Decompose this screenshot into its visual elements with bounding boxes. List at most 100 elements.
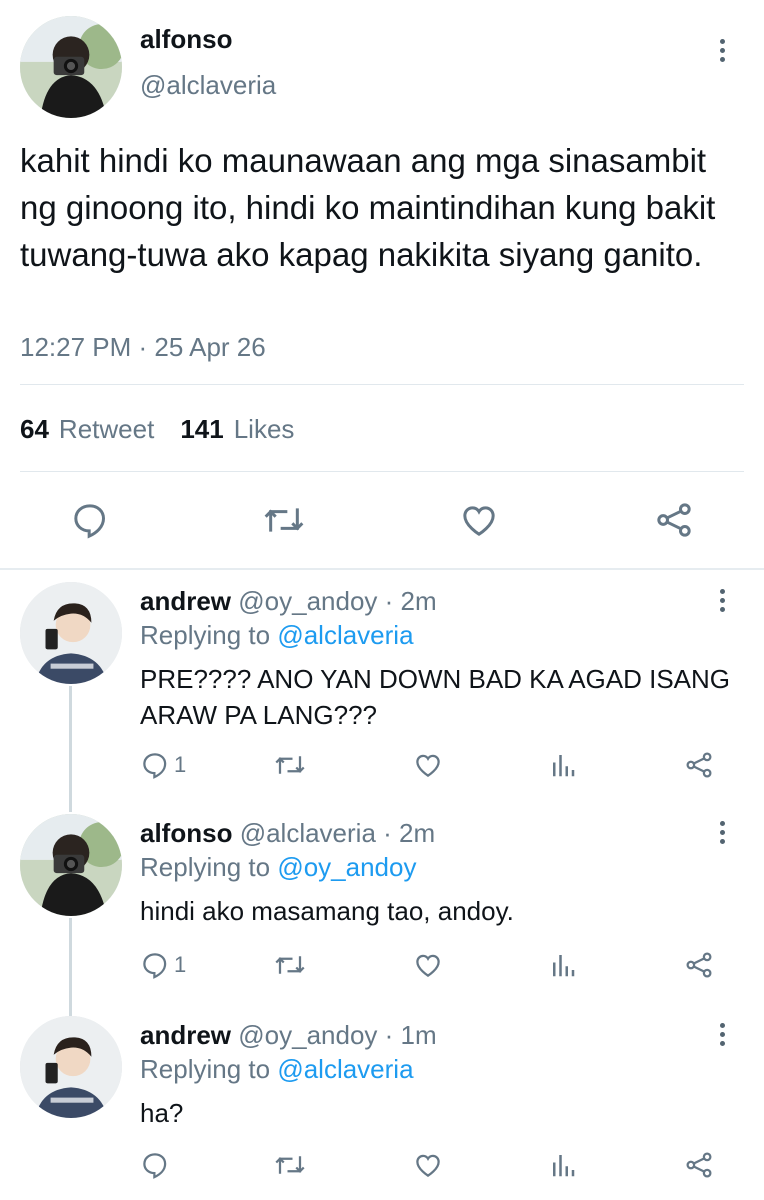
like-button[interactable]	[458, 500, 500, 540]
replying-to-handle[interactable]: @alclaveria	[277, 1054, 413, 1084]
reply-icon	[74, 504, 106, 539]
reply-retweet-button[interactable]	[273, 1150, 307, 1180]
retweet-icon	[264, 508, 304, 532]
like-icon	[416, 954, 440, 977]
share-icon	[686, 952, 712, 978]
reply-author-handle[interactable]: @oy_andoy	[238, 586, 377, 616]
tweet-text: kahit hindi ko maunawaan ang mga sinasam…	[20, 142, 716, 273]
dot	[719, 606, 725, 612]
retweet-button[interactable]	[262, 500, 306, 540]
reply-icon	[143, 953, 167, 979]
reply-author-handle[interactable]: @oy_andoy	[238, 1020, 377, 1050]
retweet-icon	[275, 756, 305, 774]
share-icon	[686, 1152, 712, 1178]
analytics-icon	[553, 955, 575, 977]
reply-more-options-button[interactable]	[707, 1016, 737, 1052]
dot	[719, 829, 725, 835]
share-icon	[686, 752, 712, 778]
replying-to-label: Replying to	[140, 852, 271, 882]
divider	[20, 384, 744, 385]
dot	[719, 838, 725, 844]
reply-like-button[interactable]	[412, 1150, 444, 1180]
more-options-button[interactable]	[707, 32, 737, 68]
reply-more-options-button[interactable]	[707, 582, 737, 618]
author-name[interactable]: alfonso	[140, 24, 232, 55]
like-icon	[416, 754, 440, 777]
reply-header: andrew @oy_andoy · 1m	[140, 1020, 437, 1051]
tweet-timestamp[interactable]: 12:27 PM · 25 Apr 26	[20, 332, 266, 363]
analytics-icon	[553, 1155, 575, 1177]
share-button[interactable]	[654, 500, 694, 540]
thread-line	[69, 918, 72, 1016]
dot	[719, 1040, 725, 1046]
reply-avatar[interactable]	[20, 1016, 122, 1118]
replying-to-line: Replying to @alclaveria	[140, 620, 414, 651]
reply-time: · 1m	[384, 1020, 437, 1050]
replying-to-label: Replying to	[140, 1054, 271, 1084]
reply-analytics-button[interactable]	[548, 1150, 578, 1180]
reply-share-button[interactable]	[683, 950, 715, 980]
divider	[0, 568, 764, 570]
reply-icon	[143, 753, 167, 779]
reply-author-name[interactable]: andrew	[140, 586, 231, 616]
dot	[719, 597, 725, 603]
retweet-count[interactable]: 64	[20, 414, 49, 445]
reply-header: andrew @oy_andoy · 2m	[140, 586, 437, 617]
engagement-stats: 64 Retweet 141 Likes	[20, 414, 294, 445]
reply-retweet-button[interactable]	[273, 950, 307, 980]
reply-time: · 2m	[384, 586, 437, 616]
avatar-photo-andrew	[20, 1016, 122, 1118]
reply-reply-button[interactable]: 1	[140, 750, 186, 780]
reply-text: ha?	[140, 1098, 184, 1128]
retweet-icon	[275, 1156, 305, 1174]
reply-time: · 2m	[383, 818, 436, 848]
author-avatar[interactable]	[20, 16, 122, 118]
reply-button[interactable]	[70, 500, 110, 540]
dot	[719, 1022, 725, 1028]
reply-text: PRE???? ANO YAN DOWN BAD KA AGAD ISANG A…	[140, 664, 731, 730]
dot	[719, 38, 725, 44]
thread-line	[69, 686, 72, 812]
retweet-label[interactable]: Retweet	[59, 414, 154, 445]
reply-author-name[interactable]: andrew	[140, 1020, 231, 1050]
reply-text: hindi ako masamang tao, andoy.	[140, 896, 514, 926]
dot	[719, 56, 725, 62]
likes-count[interactable]: 141	[180, 414, 223, 445]
reply-share-button[interactable]	[683, 1150, 715, 1180]
dot	[719, 47, 725, 53]
reply-avatar[interactable]	[20, 582, 122, 684]
reply-count: 1	[174, 952, 187, 977]
reply-icon	[143, 1153, 167, 1179]
like-icon	[416, 1154, 440, 1177]
reply-more-options-button[interactable]	[707, 814, 737, 850]
reply-like-button[interactable]	[412, 750, 444, 780]
reply-author-handle[interactable]: @alclaveria	[240, 818, 376, 848]
replying-to-label: Replying to	[140, 620, 271, 650]
like-icon	[463, 506, 495, 536]
reply-share-button[interactable]	[683, 750, 715, 780]
dot	[719, 1031, 725, 1037]
reply-reply-button[interactable]: 1	[140, 950, 186, 980]
author-handle[interactable]: @alclaveria	[140, 70, 276, 101]
reply-like-button[interactable]	[412, 950, 444, 980]
avatar-photo-camera	[20, 16, 122, 118]
replying-to-handle[interactable]: @alclaveria	[277, 620, 413, 650]
reply-analytics-button[interactable]	[548, 750, 578, 780]
reply-count: 1	[174, 752, 187, 777]
divider	[20, 471, 744, 472]
reply-author-name[interactable]: alfonso	[140, 818, 232, 848]
reply-reply-button[interactable]	[140, 1150, 178, 1180]
avatar-photo-andrew	[20, 582, 122, 684]
share-icon	[657, 503, 691, 537]
replying-to-handle[interactable]: @oy_andoy	[277, 852, 416, 882]
replying-to-line: Replying to @oy_andoy	[140, 852, 416, 883]
dot	[719, 820, 725, 826]
reply-retweet-button[interactable]	[273, 750, 307, 780]
likes-label[interactable]: Likes	[234, 414, 295, 445]
dot	[719, 588, 725, 594]
avatar-photo-camera	[20, 814, 122, 916]
reply-avatar[interactable]	[20, 814, 122, 916]
analytics-icon	[553, 755, 575, 777]
replying-to-line: Replying to @alclaveria	[140, 1054, 414, 1085]
reply-analytics-button[interactable]	[548, 950, 578, 980]
